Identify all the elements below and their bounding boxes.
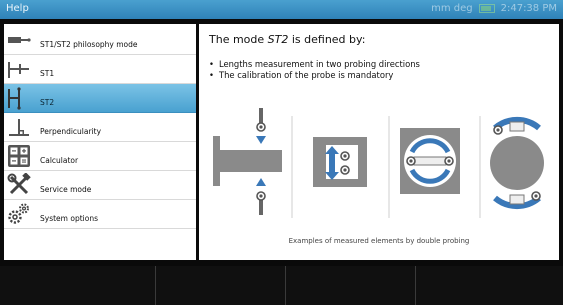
help-content: The mode ST2 is defined by: Lengths meas… xyxy=(199,24,559,260)
menu-item-service-mode[interactable]: Service mode xyxy=(4,171,196,200)
bore-example-icon xyxy=(400,128,460,194)
gears-icon xyxy=(8,203,29,224)
menu-item-st2[interactable]: ST2 xyxy=(4,84,196,113)
softkey-bar xyxy=(0,266,563,305)
round-bar-example-icon xyxy=(490,116,544,210)
battery-icon xyxy=(478,4,495,13)
softkey-4[interactable] xyxy=(416,266,546,305)
tools-icon xyxy=(7,173,31,195)
window-title: Help xyxy=(6,3,29,14)
help-menu: ST1/ST2 philosophy mode ST1 ST2 Perpendi… xyxy=(4,24,196,260)
title-bar: Help mm deg 2:47:38 PM xyxy=(0,0,563,19)
menu-label: Service mode xyxy=(40,185,92,194)
menu-label: ST1/ST2 philosophy mode xyxy=(40,40,138,49)
menu-label: Perpendicularity xyxy=(40,127,102,136)
menu-label: ST1 xyxy=(40,69,55,78)
softkey-3[interactable] xyxy=(286,266,416,305)
help-heading: The mode ST2 is defined by: xyxy=(209,33,365,46)
menu-label: System options xyxy=(40,214,98,223)
st1-probe-icon xyxy=(8,62,29,78)
perpendicularity-icon xyxy=(9,119,29,136)
heading-text: The mode xyxy=(209,33,268,46)
menu-item-system-options[interactable]: System options xyxy=(4,200,196,229)
bullet-item: The calibration of the probe is mandator… xyxy=(209,70,393,80)
heading-mode: ST2 xyxy=(267,33,289,46)
softkey-1[interactable] xyxy=(26,266,156,305)
bullet-item: Lengths measurement in two probing direc… xyxy=(209,59,420,69)
illustration-caption: Examples of measured elements by double … xyxy=(288,237,470,245)
shaft-example-icon xyxy=(213,108,282,215)
probe-tip-icon xyxy=(8,37,31,43)
clock: 2:47:38 PM xyxy=(500,3,557,14)
menu-item-st1[interactable]: ST1 xyxy=(4,55,196,84)
st2-probe-icon xyxy=(8,87,21,110)
units-indicator: mm deg xyxy=(431,3,473,14)
heading-text-end: is defined by: xyxy=(288,33,366,46)
menu-item-philosophy-mode[interactable]: ST1/ST2 philosophy mode xyxy=(4,26,196,55)
calculator-icon xyxy=(8,145,30,167)
status-area: mm deg 2:47:38 PM xyxy=(431,3,557,14)
menu-item-calculator[interactable]: Calculator xyxy=(4,142,196,171)
double-probing-examples-illustration xyxy=(213,108,544,218)
menu-item-perpendicularity[interactable]: Perpendicularity xyxy=(4,113,196,142)
softkey-2[interactable] xyxy=(156,266,286,305)
menu-label: Calculator xyxy=(40,156,79,165)
slot-example-icon xyxy=(313,137,367,187)
menu-label: ST2 xyxy=(40,98,55,107)
